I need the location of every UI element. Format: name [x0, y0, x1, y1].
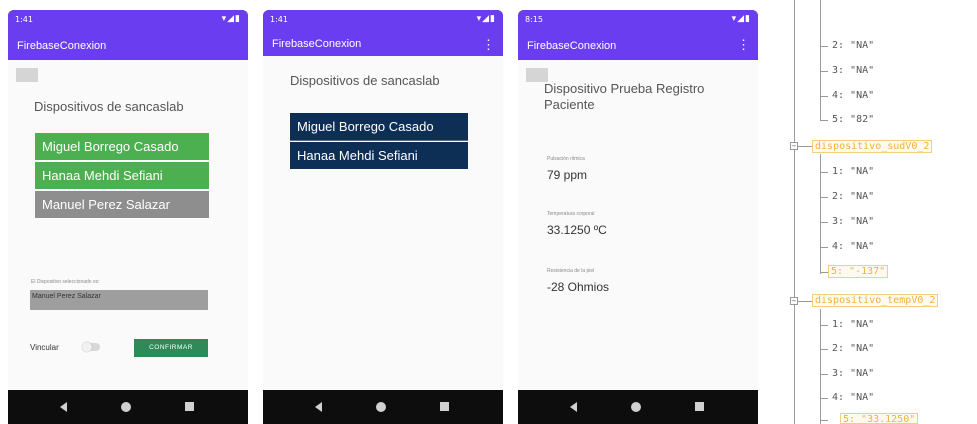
status-time: 1:41 [15, 15, 33, 24]
home-icon[interactable] [376, 402, 386, 412]
tree-item: 2: "NA" [832, 191, 875, 202]
tree-item: 3: "NA" [832, 65, 875, 76]
overflow-menu-icon[interactable]: ⋮ [482, 37, 495, 53]
tree-item-updated: 5: "33.1250" [840, 413, 919, 424]
tree-connector [820, 46, 828, 47]
skin-resistance-label: Resistencia de la piel [547, 268, 595, 274]
confirm-button[interactable]: CONFIRMAR [134, 339, 208, 357]
tree-item: 4: "NA" [832, 241, 875, 252]
tree-node-dispositivo-temp[interactable]: dispositivo_tempV0_2 [812, 294, 939, 307]
page-title: Dispositivos de sancaslab [34, 99, 184, 114]
tree-connector [820, 349, 828, 350]
recent-apps-icon[interactable] [695, 402, 704, 411]
tree-connector [820, 71, 828, 72]
back-icon[interactable] [60, 402, 67, 412]
tree-item: 2: "NA" [832, 40, 875, 51]
tree-connector [820, 420, 828, 421]
tree-connector [820, 374, 828, 375]
tree-connector [798, 146, 812, 147]
status-icons: ▾◢▮ [731, 14, 751, 24]
tree-branch-line-1 [820, 0, 821, 120]
screen-content: Dispositivos de sancaslab Miguel Borrego… [8, 60, 248, 390]
home-icon[interactable] [631, 402, 641, 412]
status-bar: 1:41 ▾◢▮ [8, 10, 248, 30]
tree-connector [820, 120, 828, 121]
temperature-label: Temperatura corporal [547, 211, 595, 217]
phone-screen-patient-record: 8:15 ▾◢▮ FirebaseConexion ⋮ Dispositivo … [518, 10, 758, 424]
vincular-switch[interactable] [82, 342, 100, 352]
tree-branch-line-3 [820, 309, 821, 424]
device-button-miguel[interactable]: Miguel Borrego Casado [290, 113, 468, 141]
tree-connector [820, 398, 828, 399]
tree-connector [820, 197, 828, 198]
tree-item-updated: 5: "-137" [828, 265, 889, 278]
selected-device-label: El Dispositivo seleccionado es: [31, 279, 100, 285]
device-button-manuel[interactable]: Manuel Perez Salazar [35, 191, 209, 219]
recent-apps-icon[interactable] [185, 402, 194, 411]
pulse-value: 79 ppm [547, 168, 588, 182]
back-icon[interactable] [315, 402, 322, 412]
device-button-hanaa[interactable]: Hanaa Mehdi Sefiani [290, 142, 468, 170]
tree-item: 3: "NA" [832, 368, 875, 379]
status-time: 8:15 [525, 15, 543, 24]
temperature-value: 33.1250 ºC [547, 223, 607, 237]
vincular-label: Vincular [30, 343, 59, 352]
database-tree: 2: "NA" 3: "NA" 4: "NA" 5: "82" − dispos… [782, 0, 977, 424]
collapse-toggle-icon[interactable]: − [790, 297, 798, 305]
recent-apps-icon[interactable] [440, 402, 449, 411]
status-bar: 8:15 ▾◢▮ [518, 10, 758, 30]
navigation-bar [518, 390, 758, 424]
status-bar: 1:41 ▾◢▮ [263, 10, 503, 30]
tree-connector [820, 96, 828, 97]
phone-screen-device-list: 1:41 ▾◢▮ FirebaseConexion ⋮ Dispositivos… [263, 10, 503, 424]
selected-device-field: Manuel Perez Salazar [30, 290, 208, 310]
page-title: Dispositivos de sancaslab [290, 73, 440, 88]
page-title: Dispositivo Prueba Registro Paciente [544, 81, 705, 112]
placeholder-image [16, 68, 38, 82]
placeholder-image [526, 68, 548, 82]
navigation-bar [263, 390, 503, 424]
tree-item: 2: "NA" [832, 343, 875, 354]
app-bar: FirebaseConexion ⋮ [518, 30, 758, 60]
app-title: FirebaseConexion [272, 38, 362, 50]
app-title: FirebaseConexion [527, 40, 617, 52]
status-icons: ▾◢▮ [221, 14, 241, 24]
app-bar: FirebaseConexion [8, 30, 248, 60]
tree-connector [820, 272, 828, 273]
screen-content: Dispositivo Prueba Registro Paciente Pul… [518, 60, 758, 390]
pulse-label: Pulsación ritmica [547, 156, 585, 162]
status-icons: ▾◢▮ [476, 14, 496, 24]
device-button-miguel[interactable]: Miguel Borrego Casado [35, 133, 209, 161]
tree-connector [820, 247, 828, 248]
tree-item: 3: "NA" [832, 216, 875, 227]
back-icon[interactable] [570, 402, 577, 412]
tree-node-dispositivo-sud[interactable]: dispositivo_sudV0_2 [812, 140, 933, 153]
skin-resistance-value: -28 Ohmios [547, 280, 610, 294]
status-time: 1:41 [270, 15, 288, 24]
tree-connector [820, 325, 828, 326]
tree-main-line [794, 0, 795, 424]
tree-item: 1: "NA" [832, 166, 875, 177]
tree-item: 4: "NA" [832, 392, 875, 403]
navigation-bar [8, 390, 248, 424]
tree-connector [820, 172, 828, 173]
home-icon[interactable] [121, 402, 131, 412]
tree-item: 1: "NA" [832, 319, 875, 330]
collapse-toggle-icon[interactable]: − [790, 142, 798, 150]
tree-item: 5: "82" [832, 114, 875, 125]
tree-connector [820, 222, 828, 223]
device-button-hanaa[interactable]: Hanaa Mehdi Sefiani [35, 162, 209, 190]
tree-connector [798, 301, 812, 302]
overflow-menu-icon[interactable]: ⋮ [737, 37, 750, 53]
tree-item: 4: "NA" [832, 90, 875, 101]
phone-screen-device-selection: 1:41 ▾◢▮ FirebaseConexion Dispositivos d… [8, 10, 248, 424]
screen-content: Dispositivos de sancaslab Miguel Borrego… [263, 56, 503, 390]
app-title: FirebaseConexion [17, 40, 107, 52]
app-bar: FirebaseConexion ⋮ [263, 30, 503, 56]
